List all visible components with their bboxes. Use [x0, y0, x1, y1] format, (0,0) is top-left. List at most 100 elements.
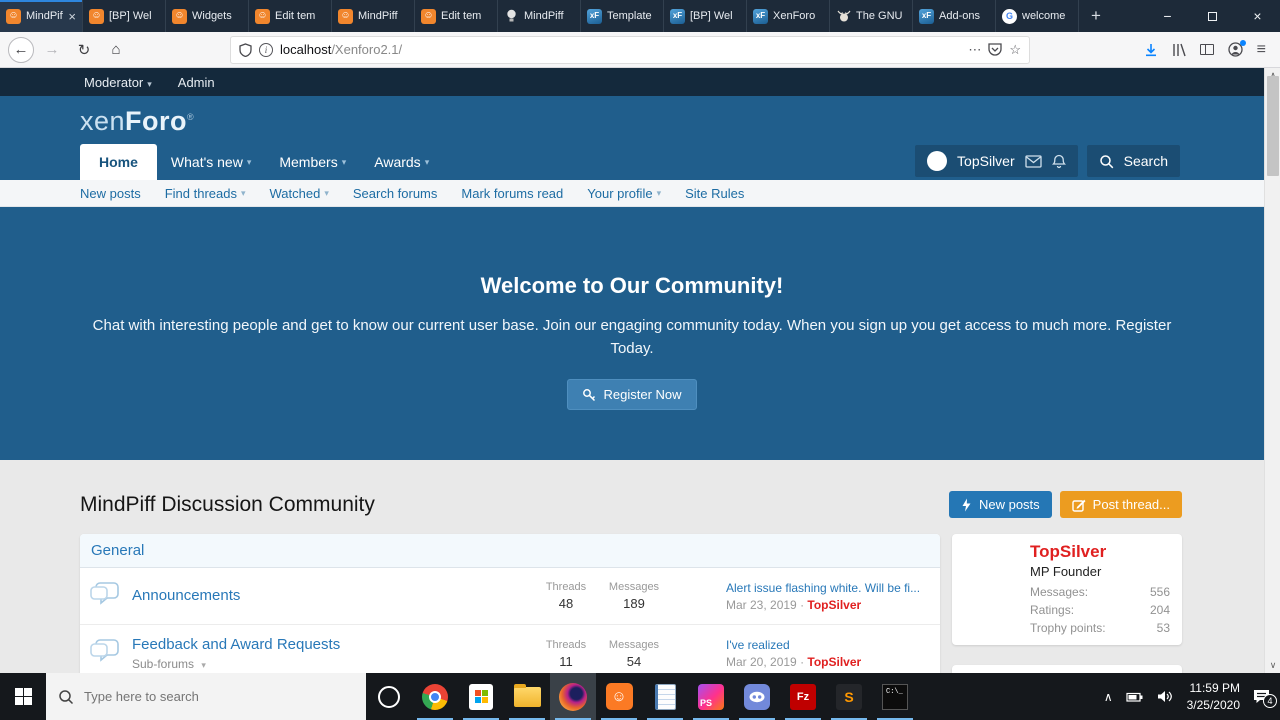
- action-center-button[interactable]: 4: [1253, 689, 1270, 704]
- taskbar-discord[interactable]: [734, 673, 780, 720]
- threads-count: 48: [532, 596, 600, 611]
- user-menu[interactable]: TopSilver: [915, 145, 1078, 177]
- register-now-button[interactable]: Register Now: [567, 379, 696, 410]
- subnav-new-posts[interactable]: New posts: [80, 186, 141, 201]
- nav-tab-whats-new[interactable]: What's new▾: [157, 144, 265, 180]
- nav-tab-awards[interactable]: Awards▾: [360, 144, 443, 180]
- profile-name[interactable]: TopSilver: [1030, 542, 1170, 562]
- library-icon[interactable]: [1172, 43, 1186, 57]
- taskbar-store[interactable]: [458, 673, 504, 720]
- hidden-icons-chevron[interactable]: ∧: [1104, 690, 1113, 704]
- lightning-icon: [961, 498, 972, 512]
- taskbar-search-input[interactable]: [84, 689, 334, 704]
- avatar[interactable]: [927, 151, 947, 171]
- subnav-find-threads[interactable]: Find threads▾: [165, 186, 246, 201]
- account-icon[interactable]: [1228, 42, 1243, 57]
- taskbar-file-explorer[interactable]: [504, 673, 550, 720]
- last-thread-link[interactable]: I've realized: [726, 638, 930, 652]
- subnav-search-forums[interactable]: Search forums: [353, 186, 438, 201]
- moderator-bar: Moderator▾ Admin: [0, 68, 1264, 96]
- downloads-icon[interactable]: [1144, 43, 1158, 57]
- browser-tab-active[interactable]: ☺ MindPiff ×: [0, 0, 83, 32]
- category-header[interactable]: General: [80, 534, 940, 568]
- last-thread-link[interactable]: Alert issue flashing white. Will be fi..…: [726, 581, 930, 595]
- taskbar-filezilla[interactable]: Fz: [780, 673, 826, 720]
- close-tab-icon[interactable]: ×: [68, 9, 76, 24]
- subnav-your-profile[interactable]: Your profile▾: [587, 186, 661, 201]
- bookmark-star-icon[interactable]: ☆: [1009, 42, 1021, 58]
- page-title: MindPiff Discussion Community: [80, 493, 375, 517]
- page-scrollbar[interactable]: ∧ ∨: [1264, 68, 1280, 673]
- stat-value: 204: [1150, 603, 1170, 617]
- shield-icon[interactable]: [239, 43, 252, 57]
- chevron-down-icon: ▾: [241, 188, 246, 199]
- taskbar-firefox[interactable]: [550, 673, 596, 720]
- nav-tab-home[interactable]: Home: [80, 144, 157, 180]
- subnav-site-rules[interactable]: Site Rules: [685, 186, 744, 201]
- browser-tab[interactable]: ☺Edit tem: [415, 0, 498, 32]
- taskbar-clock[interactable]: 11:59 PM 3/25/2020: [1187, 680, 1240, 712]
- post-thread-button[interactable]: Post thread...: [1060, 491, 1182, 518]
- reload-button[interactable]: ↻: [70, 36, 98, 64]
- staff-online-card: Staff online: [952, 665, 1182, 673]
- moderator-menu[interactable]: Moderator▾: [84, 75, 152, 90]
- inbox-envelope-icon[interactable]: [1025, 155, 1042, 168]
- search-button[interactable]: Search: [1087, 145, 1180, 177]
- pocket-icon[interactable]: [988, 43, 1002, 56]
- browser-tab[interactable]: xFXenForo: [747, 0, 830, 32]
- forum-row: Announcements Threads48 Messages189 Aler…: [80, 568, 940, 625]
- volume-icon[interactable]: [1157, 690, 1174, 703]
- window-controls: − ×: [1145, 0, 1280, 32]
- taskbar-sublime[interactable]: S: [826, 673, 872, 720]
- site-info-icon[interactable]: i: [259, 43, 273, 57]
- taskbar-chrome[interactable]: [412, 673, 458, 720]
- forum-link-feedback[interactable]: Feedback and Award Requests: [132, 636, 340, 653]
- browser-tab[interactable]: ☺Widgets: [166, 0, 249, 32]
- chevron-down-icon: ▾: [201, 660, 206, 670]
- browser-tab[interactable]: xF[BP] Wel: [664, 0, 747, 32]
- maximize-button[interactable]: [1190, 0, 1235, 32]
- browser-tab[interactable]: xFAdd-ons: [913, 0, 996, 32]
- cortana-button[interactable]: [366, 673, 412, 720]
- scrollbar-thumb[interactable]: [1267, 76, 1279, 176]
- last-post-user[interactable]: TopSilver: [807, 655, 861, 669]
- url-text[interactable]: localhost/Xenforo2.1/: [280, 42, 961, 57]
- new-tab-button[interactable]: +: [1079, 0, 1113, 32]
- browser-tab[interactable]: The GNU: [830, 0, 913, 32]
- browser-tab[interactable]: ☺[BP] Wel: [83, 0, 166, 32]
- last-post-user[interactable]: TopSilver: [807, 598, 861, 612]
- admin-link[interactable]: Admin: [178, 75, 215, 90]
- browser-tab[interactable]: xFTemplate: [581, 0, 664, 32]
- page-actions-icon[interactable]: ⋯: [968, 42, 981, 58]
- browser-tab[interactable]: ☺Edit tem: [249, 0, 332, 32]
- site-logo[interactable]: xenForo®: [80, 106, 194, 137]
- taskbar-phpstorm[interactable]: PS: [688, 673, 734, 720]
- taskbar-cmd[interactable]: C:\_: [872, 673, 918, 720]
- sidebar-toggle-icon[interactable]: [1200, 44, 1214, 55]
- address-bar[interactable]: i localhost/Xenforo2.1/ ⋯ ☆: [230, 36, 1030, 64]
- subnav-mark-forums-read[interactable]: Mark forums read: [461, 186, 563, 201]
- nav-tab-members[interactable]: Members▾: [265, 144, 360, 180]
- browser-tab[interactable]: Gwelcome: [996, 0, 1079, 32]
- alerts-bell-icon[interactable]: [1052, 154, 1066, 169]
- menu-icon[interactable]: ≡: [1257, 41, 1266, 59]
- taskbar-search[interactable]: [46, 673, 366, 720]
- scroll-down-icon[interactable]: ∨: [1265, 660, 1280, 671]
- browser-tab[interactable]: MindPiff: [498, 0, 581, 32]
- back-button[interactable]: ←: [8, 37, 34, 63]
- home-button[interactable]: ⌂: [102, 36, 130, 64]
- forward-button[interactable]: →: [38, 36, 66, 64]
- browser-tab[interactable]: ☺MindPiff: [332, 0, 415, 32]
- battery-icon[interactable]: [1126, 691, 1144, 703]
- subforums-toggle[interactable]: Sub-forums ▾: [132, 657, 532, 671]
- forum-link-announcements[interactable]: Announcements: [132, 587, 240, 604]
- minimize-button[interactable]: −: [1145, 0, 1190, 32]
- subnav-watched[interactable]: Watched▾: [270, 186, 329, 201]
- taskbar-notepad[interactable]: [642, 673, 688, 720]
- taskbar-xampp[interactable]: ☺: [596, 673, 642, 720]
- xampp-icon: ☺: [255, 9, 270, 24]
- start-button[interactable]: [0, 673, 46, 720]
- close-button[interactable]: ×: [1235, 0, 1280, 32]
- new-posts-button[interactable]: New posts: [949, 491, 1052, 518]
- tab-title: [BP] Wel: [109, 10, 159, 22]
